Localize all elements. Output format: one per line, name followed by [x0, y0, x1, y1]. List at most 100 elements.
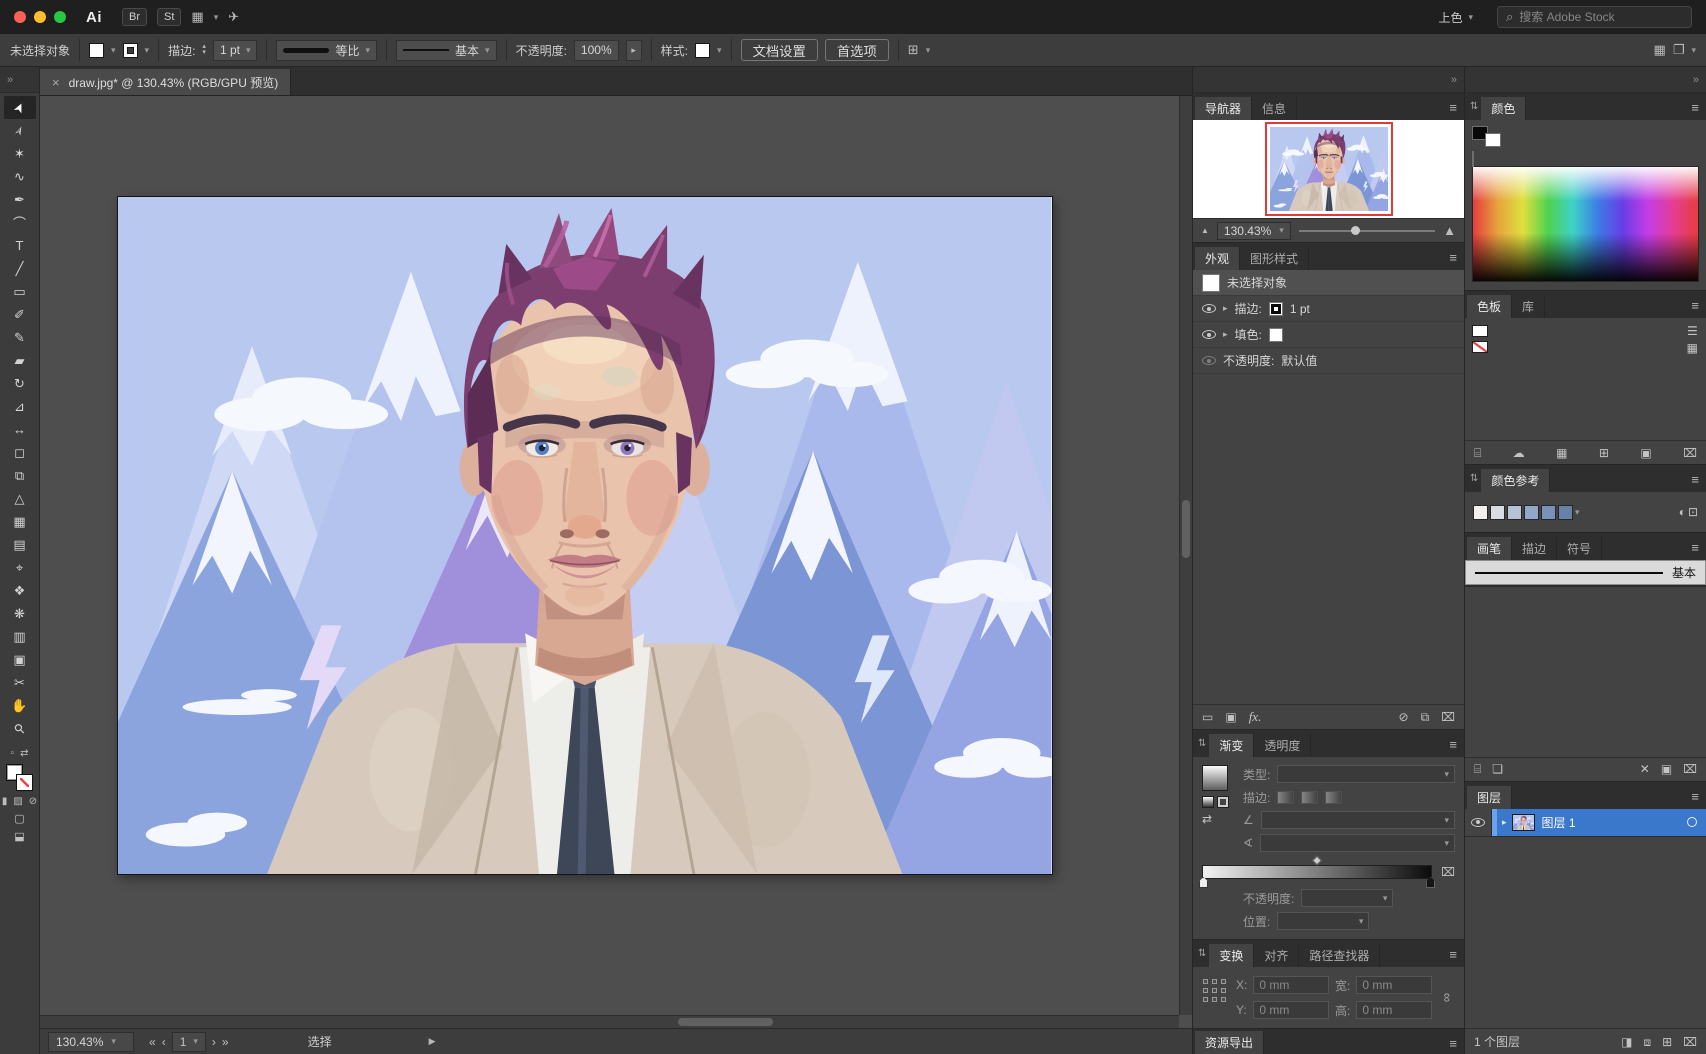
- color-mode-icon[interactable]: ▮: [2, 796, 8, 807]
- align-chevron-icon[interactable]: ▾: [926, 45, 931, 56]
- expand-icon[interactable]: ▸: [1223, 329, 1228, 340]
- gradient-right-stop[interactable]: [1426, 877, 1435, 888]
- duplicate-item-icon[interactable]: ⧉: [1421, 711, 1430, 723]
- close-window-button[interactable]: [14, 11, 26, 23]
- opacity-field[interactable]: 100%: [574, 40, 619, 61]
- drawing-mode-icon[interactable]: ▢: [14, 812, 24, 825]
- layer-row-1[interactable]: ▸ 图层 1: [1465, 809, 1706, 837]
- panel-cycle-icon[interactable]: ⇅: [1195, 948, 1209, 959]
- gradient-aspect-field[interactable]: ▾: [1260, 834, 1455, 852]
- panel-cycle-icon[interactable]: ⇅: [1467, 101, 1481, 112]
- zoom-slider-thumb[interactable]: [1351, 226, 1360, 235]
- dock-collapse-strip[interactable]: »: [1465, 67, 1706, 93]
- width-profile-select[interactable]: 等比 ▾: [276, 40, 377, 61]
- panel-menu-icon[interactable]: ≡: [1691, 540, 1699, 555]
- zoom-in-icon[interactable]: ▲: [1443, 223, 1456, 238]
- panel-menu-icon[interactable]: ≡: [1691, 789, 1699, 804]
- navigator-zoom-field[interactable]: 130.43% ▾: [1217, 222, 1291, 240]
- clear-appearance-icon[interactable]: ⊘: [1399, 711, 1409, 723]
- zoom-out-icon[interactable]: ▲: [1201, 226, 1209, 235]
- tab-color[interactable]: 颜色: [1481, 97, 1526, 120]
- layer-expand-icon[interactable]: ▸: [1502, 817, 1507, 828]
- gradient-stroke-toggle[interactable]: [1217, 796, 1229, 808]
- vertical-scrollbar-thumb[interactable]: [1182, 500, 1190, 558]
- stroke-gradient-along-icon[interactable]: [1301, 791, 1318, 804]
- stroke-color-swatch[interactable]: [123, 43, 138, 58]
- next-artboard-button[interactable]: ›: [212, 1035, 216, 1049]
- color-chip[interactable]: [1541, 505, 1556, 520]
- preferences-button[interactable]: 首选项: [825, 39, 889, 61]
- fill-row-swatch[interactable]: [1269, 328, 1283, 342]
- align-icon[interactable]: ⊞: [908, 42, 919, 58]
- horizontal-scrollbar-thumb[interactable]: [678, 1018, 773, 1026]
- horizontal-scrollbar[interactable]: [40, 1015, 1179, 1028]
- magic-wand-tool[interactable]: ✶: [4, 142, 36, 165]
- tools-dock-header[interactable]: »: [0, 67, 39, 93]
- white-swatch[interactable]: [1472, 325, 1488, 337]
- remove-brush-stroke-icon[interactable]: ✕: [1640, 763, 1650, 775]
- navigator-preview[interactable]: [1193, 120, 1464, 218]
- column-graph-tool[interactable]: ▥: [4, 625, 36, 648]
- stock-button[interactable]: St: [157, 8, 181, 26]
- default-fill-stroke-icon[interactable]: ▫: [11, 748, 15, 759]
- list-view-icon[interactable]: ☰: [1687, 325, 1698, 337]
- reference-point-selector[interactable]: [1203, 979, 1227, 1003]
- workspace-switcher[interactable]: 上色 ▾: [1438, 9, 1473, 26]
- panel-menu-icon[interactable]: ≡: [1691, 472, 1699, 487]
- panel-menu-icon[interactable]: ≡: [1691, 100, 1699, 115]
- brush-definition-select[interactable]: 基本 ▾: [396, 40, 497, 61]
- eraser-tool[interactable]: ▰: [4, 349, 36, 372]
- stroke-row-swatch[interactable]: [1269, 302, 1283, 316]
- zoom-level-select[interactable]: 130.43% ▾: [48, 1032, 134, 1052]
- pen-tool[interactable]: ✒: [4, 188, 36, 211]
- edit-colors-icon[interactable]: ⊡: [1688, 506, 1698, 518]
- rectangle-tool[interactable]: ▭: [4, 280, 36, 303]
- panel-cycle-icon[interactable]: ⇅: [1195, 738, 1209, 749]
- add-stroke-icon[interactable]: ▭: [1202, 711, 1213, 723]
- tab-transform[interactable]: 变换: [1209, 944, 1254, 967]
- stroke-gradient-across-icon[interactable]: [1325, 791, 1342, 804]
- visibility-eye-icon[interactable]: [1202, 330, 1216, 339]
- x-field[interactable]: 0 mm: [1253, 976, 1329, 994]
- line-segment-tool[interactable]: ╱: [4, 257, 36, 280]
- stroke-weight-field[interactable]: 1 pt ▾: [213, 40, 258, 61]
- gradient-slider[interactable]: [1202, 865, 1432, 879]
- document-tab[interactable]: × draw.jpg* @ 130.43% (RGB/GPU 预览): [40, 69, 291, 95]
- tab-pathfinder[interactable]: 路径查找器: [1299, 944, 1380, 967]
- layer-name-label[interactable]: 图层 1: [1542, 814, 1576, 831]
- panel-menu-icon[interactable]: ≡: [1449, 250, 1457, 265]
- color-chip[interactable]: [1507, 505, 1522, 520]
- curvature-tool[interactable]: ⌒: [4, 211, 36, 234]
- stroke-weight-stepper[interactable]: ▴▾: [202, 44, 206, 56]
- lasso-tool[interactable]: ∿: [4, 165, 36, 188]
- expand-icon[interactable]: ▸: [1223, 303, 1228, 314]
- grid-view-icon[interactable]: ▦: [1687, 342, 1698, 354]
- stroke-chevron-icon[interactable]: ▾: [145, 45, 150, 56]
- gradient-fill-toggle[interactable]: [1202, 796, 1214, 808]
- stop-opacity-field[interactable]: ▾: [1301, 889, 1393, 907]
- delete-layer-icon[interactable]: ⌧: [1683, 1036, 1697, 1048]
- new-swatch-icon[interactable]: ▣: [1640, 447, 1651, 459]
- vertical-scrollbar[interactable]: [1179, 96, 1192, 1015]
- delete-item-icon[interactable]: ⌧: [1441, 711, 1455, 723]
- navigator-zoom-slider[interactable]: [1299, 230, 1435, 232]
- stop-location-field[interactable]: ▾: [1277, 912, 1369, 930]
- none-swatch[interactable]: [1472, 341, 1488, 353]
- color-chip[interactable]: [1558, 505, 1573, 520]
- width-tool[interactable]: ↔: [4, 418, 36, 441]
- prev-artboard-button[interactable]: ‹: [162, 1035, 166, 1049]
- tab-stroke[interactable]: 描边: [1512, 537, 1557, 560]
- fill-color-swatch[interactable]: [89, 43, 104, 58]
- tab-swatches[interactable]: 色板: [1467, 295, 1512, 318]
- tab-transparency[interactable]: 透明度: [1254, 734, 1311, 757]
- visibility-eye-icon[interactable]: [1202, 304, 1216, 313]
- panel-menu-icon[interactable]: ≡: [1449, 947, 1457, 962]
- harmony-chevron-icon[interactable]: ▾: [1575, 507, 1580, 518]
- navigator-proxy-rectangle[interactable]: [1265, 122, 1393, 216]
- tab-align[interactable]: 对齐: [1254, 944, 1299, 967]
- tab-asset-export[interactable]: 资源导出: [1195, 1031, 1264, 1054]
- tab-brushes[interactable]: 画笔: [1467, 537, 1512, 560]
- tab-color-guide[interactable]: 颜色参考: [1481, 469, 1550, 492]
- gradient-angle-field[interactable]: ▾: [1261, 811, 1455, 829]
- make-clipping-mask-icon[interactable]: ◨: [1621, 1036, 1632, 1048]
